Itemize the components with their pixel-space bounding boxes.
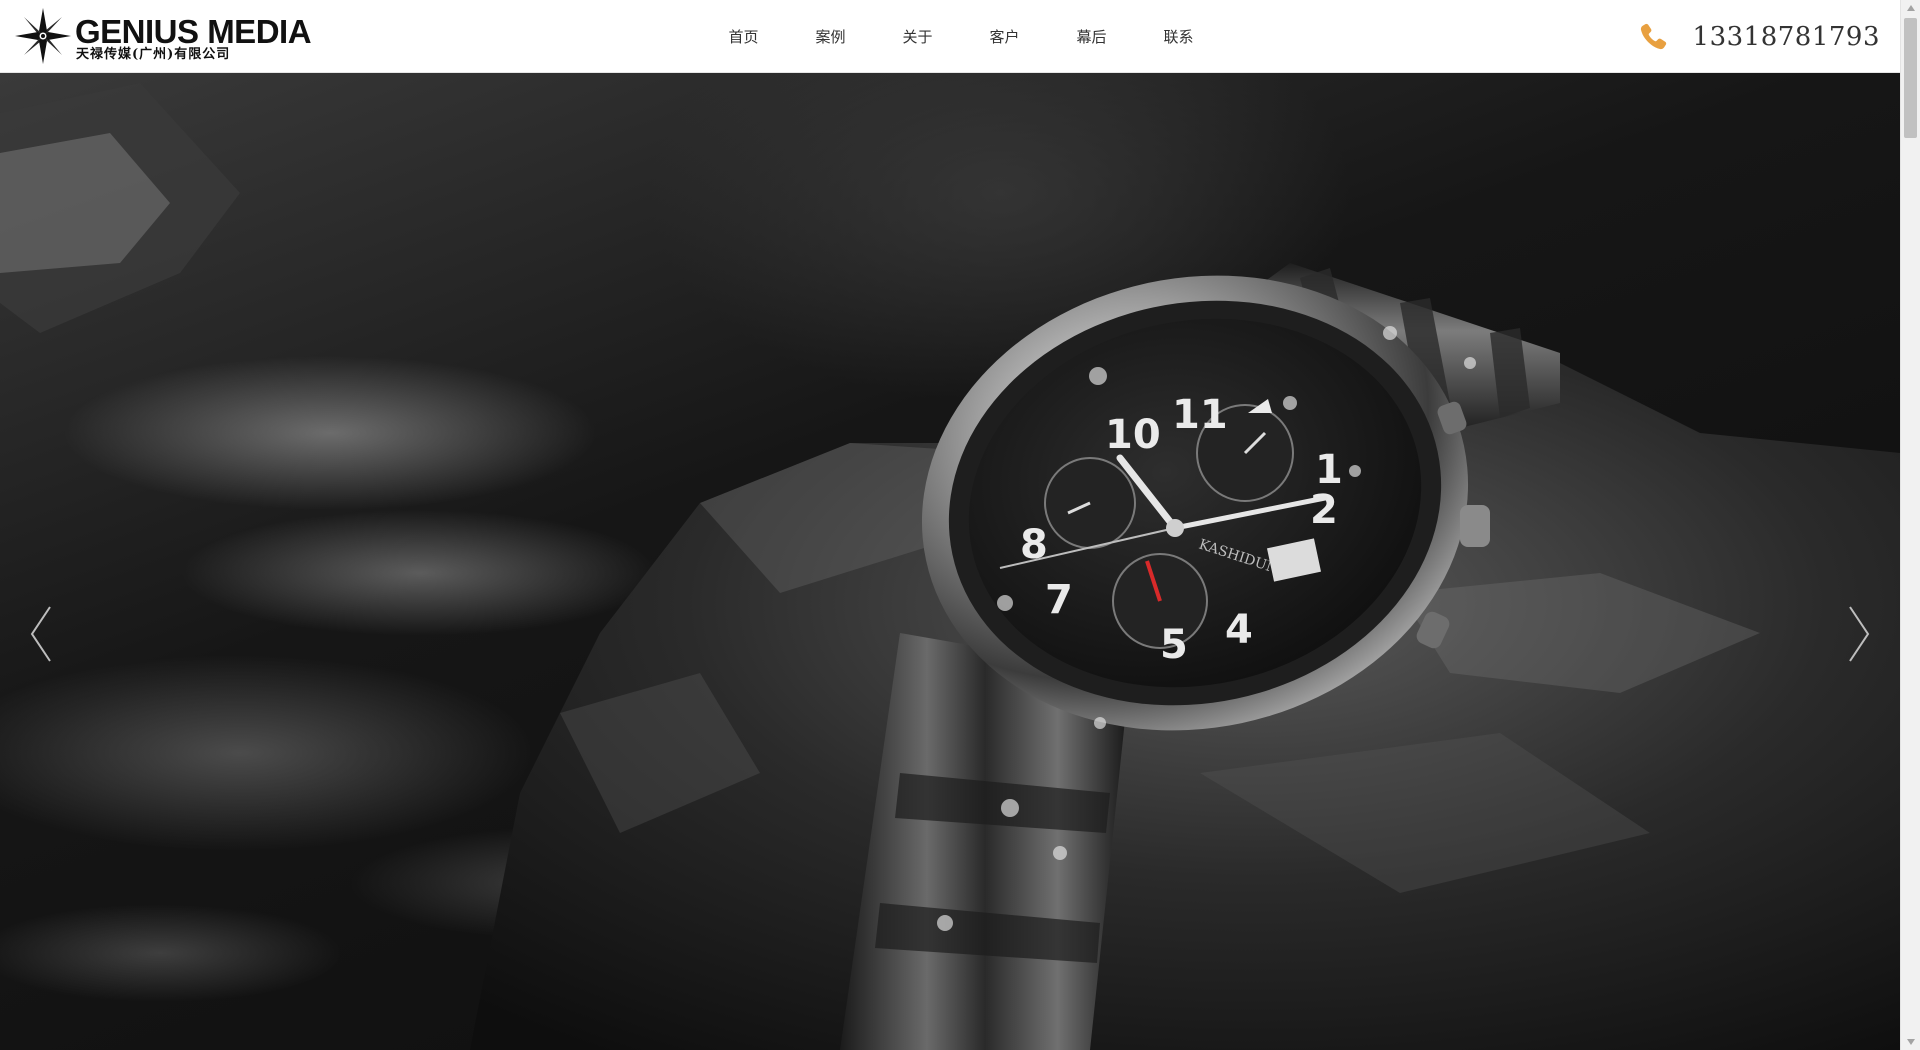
slider-next-button[interactable] (1838, 599, 1878, 669)
logo-subtitle: 天禄传媒(广州)有限公司 (76, 47, 231, 62)
site-header: GENIUS MEDIA 天禄传媒(广州)有限公司 首页 案例 关于 客户 幕后… (0, 0, 1900, 73)
banner-photo-watch-on-rock: 10 11 1 2 8 7 5 4 KASHIDUN (0, 83, 1900, 1050)
svg-text:10: 10 (1105, 412, 1161, 458)
svg-text:4: 4 (1225, 607, 1253, 653)
page-scrollbar[interactable] (1900, 0, 1920, 1050)
main-nav: 首页 案例 关于 客户 幕后 联系 (700, 0, 1222, 73)
svg-text:11: 11 (1172, 392, 1228, 438)
logo-title: GENIUS MEDIA (75, 13, 312, 50)
phone-contact[interactable]: 13318781793 (1637, 0, 1880, 73)
scrollbar-thumb[interactable] (1904, 18, 1917, 138)
scroll-down-arrow-icon[interactable] (1901, 1033, 1920, 1050)
svg-text:2: 2 (1310, 487, 1338, 533)
compass-star-logo-icon (15, 8, 71, 64)
slider-prev-button[interactable] (22, 599, 62, 669)
chevron-right-icon (1849, 606, 1870, 662)
phone-icon (1640, 23, 1666, 49)
nav-item-about[interactable]: 关于 (874, 26, 961, 47)
nav-item-clients[interactable]: 客户 (961, 26, 1048, 47)
svg-text:7: 7 (1045, 577, 1073, 623)
hero-banner: 10 11 1 2 8 7 5 4 KASHIDUN (0, 73, 1900, 1050)
nav-item-home[interactable]: 首页 (700, 26, 787, 47)
nav-item-behind-scenes[interactable]: 幕后 (1048, 26, 1135, 47)
phone-number: 13318781793 (1692, 21, 1880, 52)
scroll-up-arrow-icon[interactable] (1901, 0, 1920, 17)
chevron-left-icon (30, 606, 51, 662)
site-logo[interactable]: GENIUS MEDIA 天禄传媒(广州)有限公司 (14, 7, 314, 65)
nav-item-contact[interactable]: 联系 (1135, 26, 1222, 47)
nav-item-cases[interactable]: 案例 (787, 26, 874, 47)
svg-text:5: 5 (1160, 622, 1188, 668)
